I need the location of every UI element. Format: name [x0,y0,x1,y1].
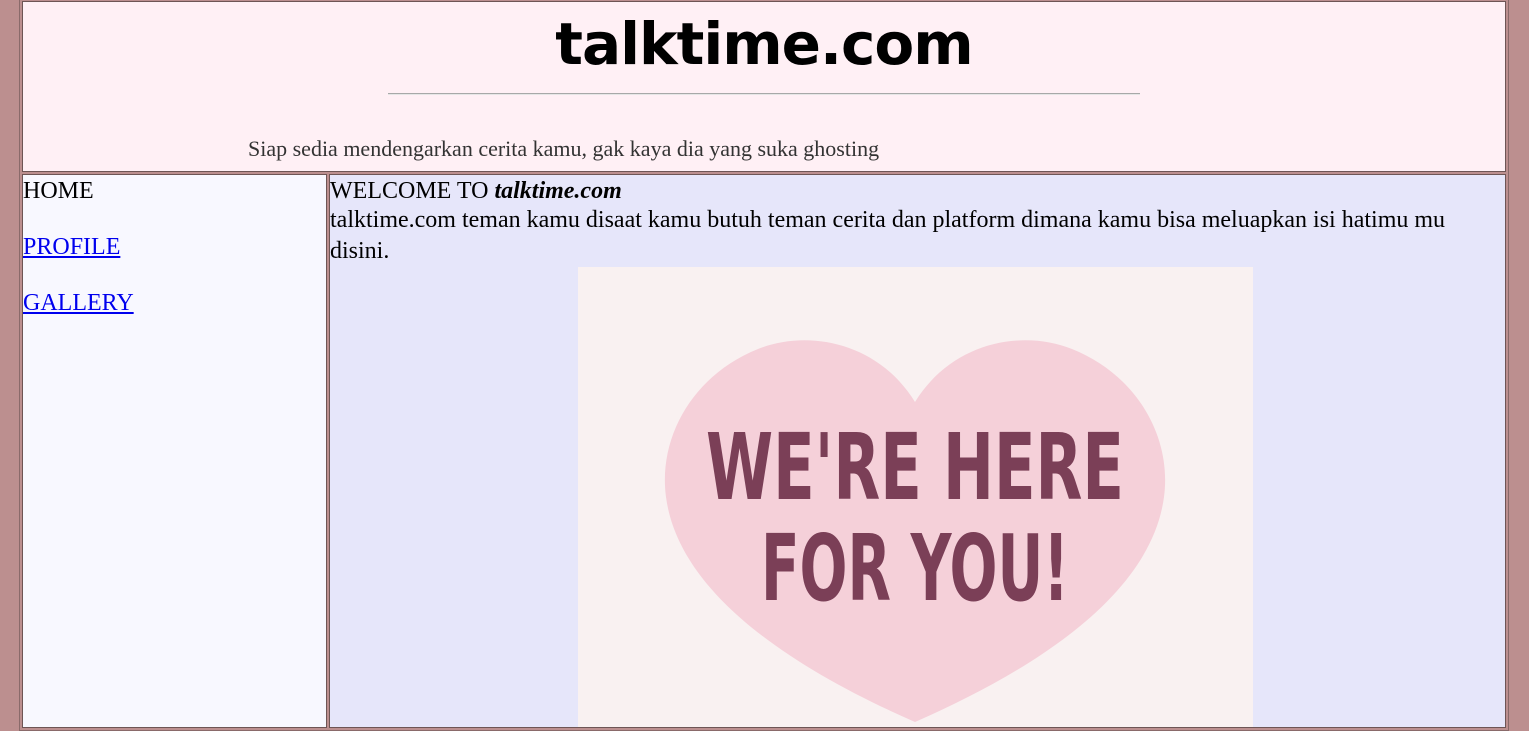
header-divider [388,93,1140,95]
sidebar: HOME PROFILE GALLERY [22,174,327,728]
site-title: talktime.com [555,10,973,78]
welcome-heading: WELCOME TO talktime.com [330,175,1505,205]
heart-banner-graphic: WE'RE HERE FOR YOU! [578,267,1253,727]
welcome-brand: talktime.com [494,178,622,204]
welcome-prefix: WELCOME TO [330,178,489,204]
site-description: talktime.com teman kamu disaat kamu butu… [330,207,1446,264]
layout-table: talktime.com Siap sedia mendengarkan cer… [19,0,1509,731]
tagline: Siap sedia mendengarkan cerita kamu, gak… [248,136,880,161]
sidebar-item-gallery[interactable]: GALLERY [23,290,134,316]
sidebar-item-profile[interactable]: PROFILE [23,234,120,260]
banner-text-line2: FOR YOU! [761,515,1069,622]
banner-text-line1: WE'RE HERE [706,414,1124,521]
main-content: WELCOME TO talktime.com talktime.com tem… [329,174,1506,728]
sidebar-item-home: HOME [23,178,94,204]
header: talktime.com Siap sedia mendengarkan cer… [22,1,1506,172]
banner-image: WE'RE HERE FOR YOU! [578,267,1253,727]
